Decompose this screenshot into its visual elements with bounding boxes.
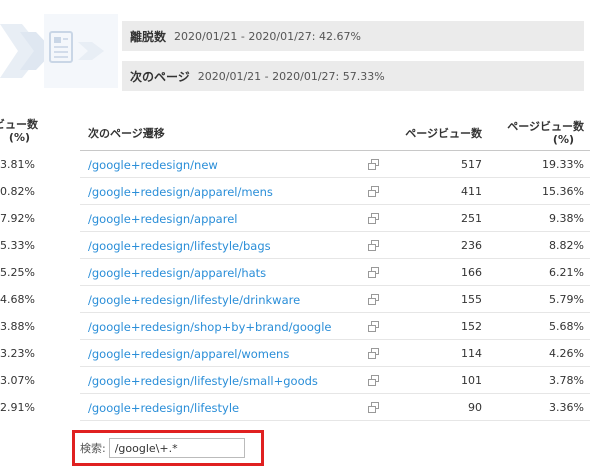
next-page-metric-label: 次のページ — [130, 69, 190, 84]
pct-header-line1: ページビュー数 — [507, 120, 584, 133]
previous-pageview-pct-cell: 5.33% — [0, 232, 60, 259]
table-row: /google+redesign/apparel/hats 166 6.21% — [80, 259, 590, 286]
pageviews-cell: 251 — [461, 212, 482, 225]
exit-metric-box[interactable]: 離脱数 2020/01/21 - 2020/01/27: 42.67% — [122, 21, 584, 51]
pageviews-pct-cell: 15.36% — [542, 185, 584, 198]
previous-pageview-pct-cell: 2.91% — [0, 394, 60, 421]
pageviews-pct-cell: 8.82% — [549, 239, 584, 252]
previous-pct-value: 4.68% — [0, 293, 35, 306]
next-page-metric-value: 2020/01/21 - 2020/01/27: 57.33% — [197, 69, 385, 83]
previous-pageview-pct-cell: 7.92% — [0, 205, 60, 232]
pageviews-cell: 101 — [461, 374, 482, 387]
previous-pct-value: 7.92% — [0, 212, 35, 225]
exit-metric-value: 2020/01/21 - 2020/01/27: 42.67% — [174, 29, 361, 43]
column-header-pageviews[interactable]: ページビュー数 — [405, 127, 482, 140]
pageviews-pct-cell: 4.26% — [549, 347, 584, 360]
previous-pageview-pct-header: ビュー数 (%) — [0, 118, 60, 144]
previous-pageview-pct-cell: 5.25% — [0, 259, 60, 286]
table-row: /google+redesign/lifestyle/drinkware 155 5… — [80, 286, 590, 313]
next-page-link[interactable]: /google+redesign/apparel/mens — [88, 185, 273, 199]
next-page-link[interactable]: /google+redesign/apparel — [88, 212, 237, 226]
previous-pct-value: 5.33% — [0, 239, 35, 252]
pageviews-pct-cell: 5.79% — [549, 293, 584, 306]
next-page-link[interactable]: /google+redesign/lifestyle/drinkware — [88, 293, 300, 307]
next-page-link[interactable]: /google+redesign/apparel/womens — [88, 347, 289, 361]
pageviews-cell: 517 — [461, 158, 482, 171]
previous-pageview-pct-cell: 3.23% — [0, 340, 60, 367]
previous-pageview-pct-cell: 3.07% — [0, 367, 60, 394]
table-row: /google+redesign/lifestyle/small+goods 10… — [80, 367, 590, 394]
open-in-new-window-icon[interactable] — [368, 402, 379, 413]
table-row: /google+redesign/apparel/mens 411 15.36% — [80, 178, 590, 205]
table-row: /google+redesign/apparel 251 9.38% — [80, 205, 590, 232]
flow-node-bg — [44, 14, 118, 88]
open-in-new-window-icon[interactable] — [368, 240, 379, 251]
previous-pageview-pct-cell: 0.82% — [0, 178, 60, 205]
pageviews-cell: 152 — [461, 320, 482, 333]
open-in-new-window-icon[interactable] — [368, 375, 379, 386]
previous-pct-value: 5.25% — [0, 266, 35, 279]
pageviews-pct-cell: 6.21% — [549, 266, 584, 279]
table-row: /google+redesign/apparel/womens 114 4.26% — [80, 340, 590, 367]
flow-graphic — [0, 14, 118, 88]
search-highlight-box: 検索: — [72, 430, 264, 466]
pageviews-cell: 90 — [468, 401, 482, 414]
previous-header-line2: (%) — [8, 131, 30, 144]
pageviews-pct-cell: 5.68% — [549, 320, 584, 333]
previous-pct-value: 3.23% — [0, 347, 35, 360]
column-header-next-page[interactable]: 次のページ遷移 — [88, 127, 165, 140]
previous-pageview-pct-cell: 3.81% — [0, 151, 60, 178]
pageviews-pct-cell: 3.78% — [549, 374, 584, 387]
pageviews-cell: 114 — [461, 347, 482, 360]
next-page-link[interactable]: /google+redesign/lifestyle — [88, 401, 239, 415]
pageviews-pct-cell: 19.33% — [542, 158, 584, 171]
pageviews-cell: 166 — [461, 266, 482, 279]
previous-pct-value: 3.88% — [0, 320, 35, 333]
previous-pct-value: 3.07% — [0, 374, 35, 387]
exit-metric-label: 離脱数 — [130, 29, 167, 44]
open-in-new-window-icon[interactable] — [368, 159, 379, 170]
pageviews-cell: 411 — [461, 185, 482, 198]
next-page-link[interactable]: /google+redesign/new — [88, 158, 218, 172]
previous-header-line1: ビュー数 — [0, 118, 38, 131]
next-page-link[interactable]: /google+redesign/shop+by+brand/google — [88, 320, 332, 334]
previous-pageview-pct-cell: 4.68% — [0, 286, 60, 313]
open-in-new-window-icon[interactable] — [368, 213, 379, 224]
table-row: /google+redesign/lifestyle 90 3.36% — [80, 394, 590, 421]
previous-pageview-pct-cell: 3.88% — [0, 313, 60, 340]
search-input[interactable] — [108, 438, 245, 458]
previous-pct-value: 3.81% — [0, 158, 35, 171]
pageviews-pct-cell: 3.36% — [549, 401, 584, 414]
open-in-new-window-icon[interactable] — [368, 294, 379, 305]
next-page-link[interactable]: /google+redesign/lifestyle/bags — [88, 239, 271, 253]
table-row: /google+redesign/lifestyle/bags 236 8.82% — [80, 232, 590, 259]
open-in-new-window-icon[interactable] — [368, 267, 379, 278]
table-row: /google+redesign/shop+by+brand/google 152… — [80, 313, 590, 340]
previous-pct-value: 2.91% — [0, 401, 35, 414]
pageviews-cell: 236 — [461, 239, 482, 252]
next-page-link[interactable]: /google+redesign/lifestyle/small+goods — [88, 374, 318, 388]
open-in-new-window-icon[interactable] — [368, 348, 379, 359]
table-row: /google+redesign/new 517 19.33% — [80, 151, 590, 178]
pageviews-cell: 155 — [461, 293, 482, 306]
search-label: 検索: — [80, 442, 106, 455]
pageviews-pct-cell: 9.38% — [549, 212, 584, 225]
open-in-new-window-icon[interactable] — [368, 321, 379, 332]
pct-header-line2: (%) — [552, 133, 574, 146]
next-page-link[interactable]: /google+redesign/apparel/hats — [88, 266, 266, 280]
previous-pct-value: 0.82% — [0, 185, 35, 198]
next-page-metric-box[interactable]: 次のページ 2020/01/21 - 2020/01/27: 57.33% — [122, 61, 584, 91]
column-header-pageviews-pct[interactable]: ページビュー数 (%) — [484, 120, 584, 146]
open-in-new-window-icon[interactable] — [368, 186, 379, 197]
